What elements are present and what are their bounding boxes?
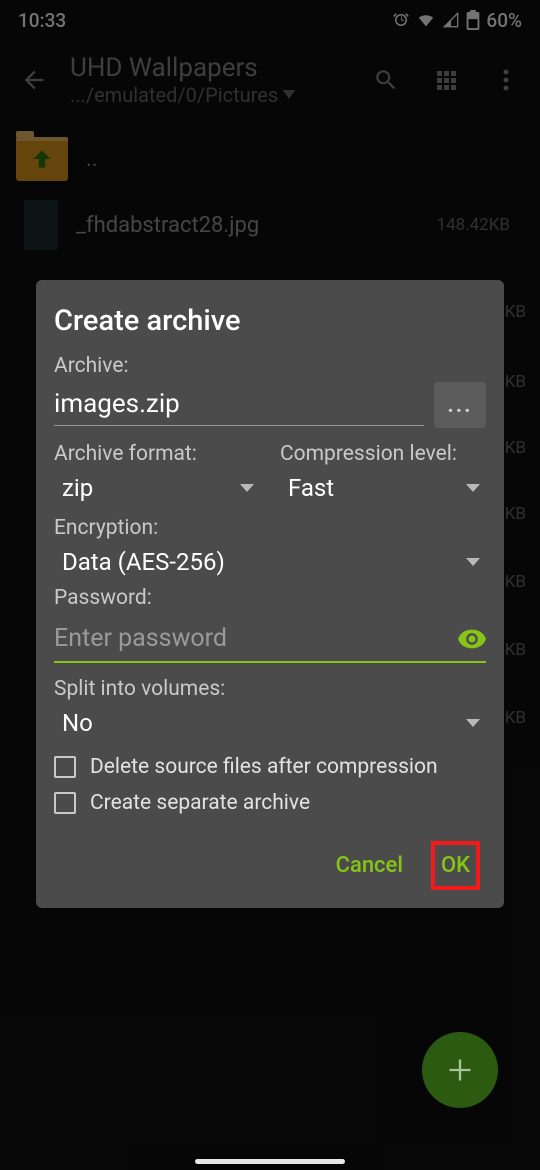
format-select[interactable]: zip	[54, 470, 260, 508]
chevron-down-icon	[466, 719, 480, 727]
format-label: Archive format:	[54, 442, 260, 466]
checkbox-unchecked-icon	[54, 756, 76, 778]
archive-name-input[interactable]	[54, 385, 424, 426]
chevron-down-icon	[240, 484, 254, 492]
add-fab[interactable]	[422, 1032, 498, 1108]
browse-button[interactable]: ...	[434, 382, 486, 428]
checkbox-label: Delete source files after compression	[90, 755, 438, 779]
more-horiz-icon: ...	[447, 393, 472, 418]
plus-icon	[446, 1056, 474, 1084]
home-indicator[interactable]	[195, 1159, 345, 1164]
create-archive-dialog: Create archive Archive: ... Archive form…	[36, 280, 504, 908]
archive-label: Archive:	[54, 354, 486, 378]
encryption-select[interactable]: Data (AES-256)	[54, 544, 486, 582]
password-label: Password:	[54, 586, 486, 610]
visibility-icon[interactable]	[458, 629, 486, 649]
encryption-label: Encryption:	[54, 516, 486, 540]
split-label: Split into volumes:	[54, 677, 486, 701]
compression-label: Compression level:	[280, 442, 486, 466]
split-select[interactable]: No	[54, 705, 486, 743]
chevron-down-icon	[466, 558, 480, 566]
checkbox-label: Create separate archive	[90, 791, 310, 815]
cancel-button[interactable]: Cancel	[336, 853, 403, 878]
ok-button[interactable]: OK	[441, 853, 470, 878]
compression-select[interactable]: Fast	[280, 470, 486, 508]
password-input[interactable]	[54, 616, 458, 661]
chevron-down-icon	[466, 484, 480, 492]
dialog-title: Create archive	[54, 304, 486, 338]
separate-archive-checkbox-row[interactable]: Create separate archive	[54, 791, 486, 815]
ok-highlight-box: OK	[431, 841, 480, 890]
delete-source-checkbox-row[interactable]: Delete source files after compression	[54, 755, 486, 779]
checkbox-unchecked-icon	[54, 792, 76, 814]
